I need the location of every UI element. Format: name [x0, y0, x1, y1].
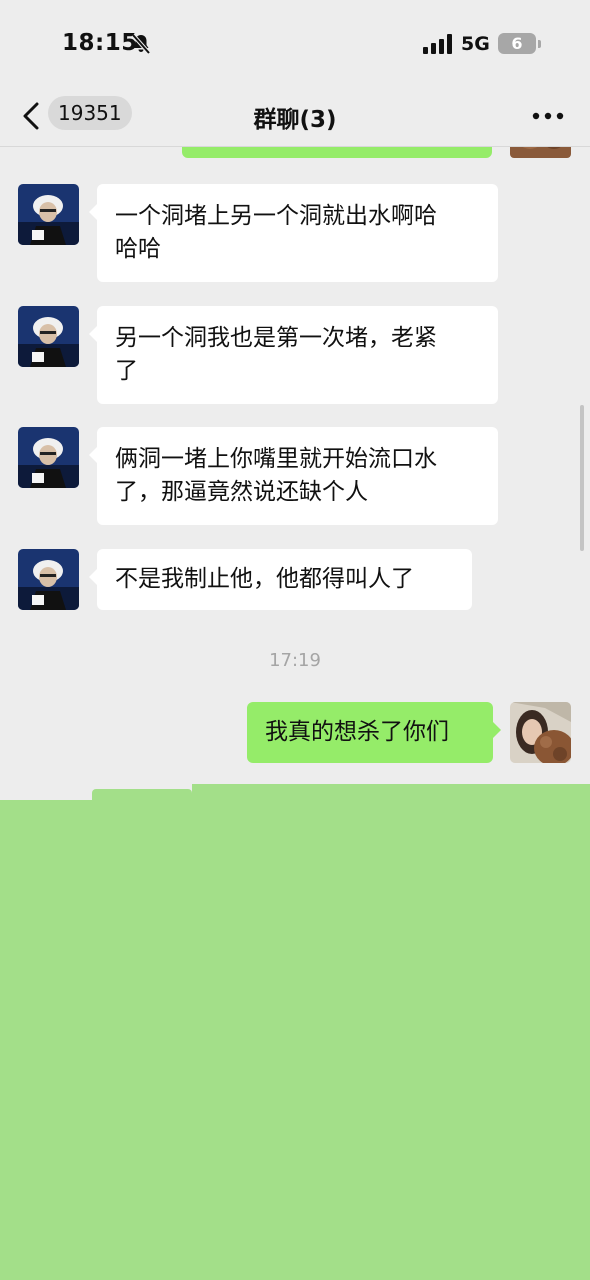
message-bubble[interactable]: 不是我制止他，他都得叫人了 — [89, 549, 472, 610]
battery-icon: 6 — [498, 33, 536, 54]
message-text-line: 另一个洞我也是第一次堵，老紧 — [115, 325, 437, 351]
my-avatar-partial[interactable] — [510, 147, 571, 158]
obscured-overlay — [0, 800, 590, 1280]
scrollbar[interactable] — [580, 405, 584, 551]
status-time: 18:15 — [62, 30, 138, 56]
message-text-line: 一个洞堵上另一个洞就出水啊哈 — [115, 203, 437, 229]
my-message-bubble[interactable]: 我真的想杀了你们 — [247, 702, 501, 763]
chat-title: 群聊(3) — [253, 107, 337, 133]
chat-area[interactable]: 一个洞堵上另一个洞就出水啊哈 哈哈 另一个洞我也是第一次堵，老紧 了 俩洞一堵上… — [0, 147, 590, 800]
my-message-bubble-partial — [182, 147, 492, 158]
message-text-line: 不是我制止他，他都得叫人了 — [115, 566, 414, 592]
message-bubble[interactable]: 一个洞堵上另一个洞就出水啊哈 哈哈 — [89, 184, 498, 282]
status-bar: 18:15 5G 6 — [0, 0, 590, 88]
message-text: 我真的想杀了你们 — [265, 719, 449, 745]
message-bubble[interactable]: 另一个洞我也是第一次堵，老紧 了 — [89, 306, 498, 404]
more-icon[interactable] — [532, 112, 564, 120]
bell-muted-icon — [131, 33, 151, 55]
message-bubble[interactable]: 俩洞一堵上你嘴里就开始流口水 了，那逼竟然说还缺个人 — [89, 427, 498, 525]
message-text-line: 俩洞一堵上你嘴里就开始流口水 — [115, 446, 437, 472]
avatar[interactable] — [18, 427, 79, 488]
message-text-line: 哈哈 — [115, 236, 161, 262]
avatar[interactable] — [18, 549, 79, 610]
avatar[interactable] — [18, 306, 79, 367]
nav-bar: 19351 群聊(3) — [0, 88, 590, 144]
avatar[interactable] — [18, 184, 79, 245]
message-text-line: 了，那逼竟然说还缺个人 — [115, 479, 368, 505]
my-avatar[interactable] — [510, 702, 571, 763]
network-type: 5G — [461, 33, 490, 55]
battery-cap — [538, 40, 541, 48]
chat-timestamp: 17:19 — [269, 650, 321, 671]
signal-icon — [423, 34, 452, 54]
message-text-line: 了 — [115, 358, 138, 384]
